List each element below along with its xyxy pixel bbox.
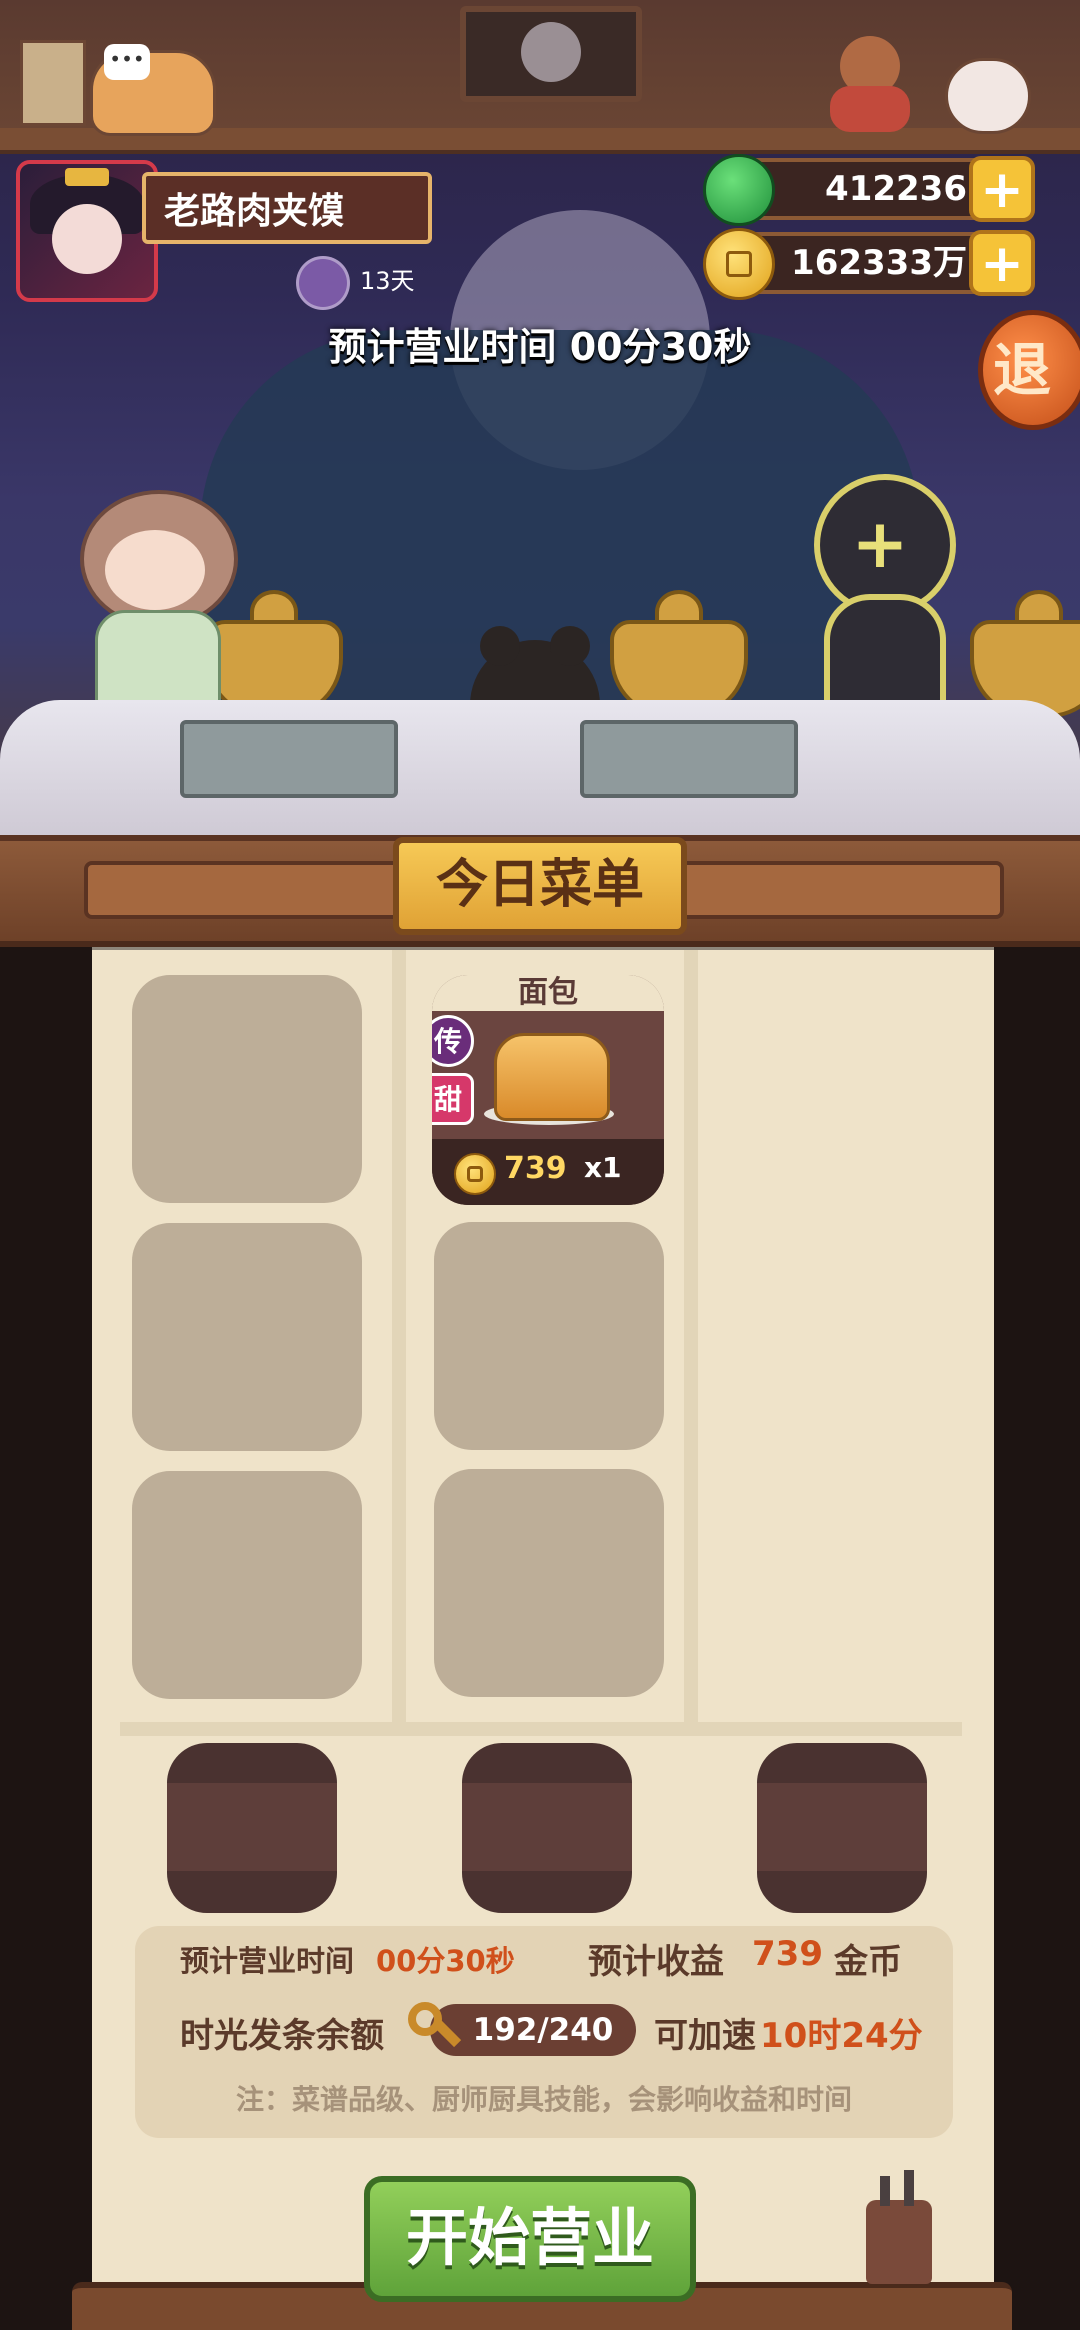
est-income-value: 739 [752, 1934, 823, 1974]
start-business-button[interactable]: 开始营业 [364, 2176, 696, 2302]
shop-scene: ••• + [0, 0, 1080, 835]
column-divider [392, 950, 406, 1725]
player-avatar[interactable] [16, 160, 158, 302]
reading-npc[interactable] [830, 36, 940, 132]
menu-title-bar: 今日菜单 [0, 835, 1080, 947]
bronze-censer-middle [600, 590, 750, 718]
est-time-label: 预计营业时间 [180, 1944, 355, 1978]
jade-amount: 412236 [825, 169, 967, 209]
empty-dish-slot[interactable] [132, 1471, 362, 1699]
empty-dish-slot[interactable] [434, 1222, 664, 1450]
gold-coin-icon [454, 1153, 496, 1195]
cloud-counter [0, 700, 1080, 835]
jade-coin-icon [703, 154, 775, 226]
game-screen: ••• + 老路肉夹馍 13天 412236 + 162333万 + 预计营业时 [0, 0, 1080, 2330]
menu-title: 今日菜单 [393, 837, 687, 935]
row-divider [120, 1722, 962, 1736]
est-income-unit: 金币 [834, 1942, 902, 1982]
dish-price: 739 [504, 1151, 567, 1186]
bronze-censer-right [960, 590, 1080, 718]
left-margin [0, 935, 92, 2330]
jade-currency: 412236 + [703, 154, 1035, 226]
paw-lantern-icon [20, 40, 86, 126]
empty-dish-slot[interactable] [434, 1469, 664, 1697]
chef-slot[interactable] [167, 1743, 337, 1913]
add-gold-button[interactable]: + [969, 230, 1035, 296]
column-divider [684, 950, 698, 1725]
knife-block-icon [866, 2170, 932, 2284]
days-counter: 13天 [360, 267, 415, 295]
counter-stall-left [180, 720, 398, 798]
chat-bubble-icon[interactable]: ••• [104, 44, 150, 80]
chef-slot[interactable] [757, 1743, 927, 1913]
gold-amount: 162333万 [791, 243, 967, 283]
empty-dish-slot[interactable] [132, 975, 362, 1203]
speedup-label: 可加速 [654, 2016, 756, 2056]
player-name[interactable]: 老路肉夹馍 [142, 172, 432, 244]
est-income-label: 预计收益 [588, 1942, 724, 1982]
clockwork-label: 时光发条余额 [180, 2016, 384, 2056]
estimated-business-time: 预计营业时间 00分30秒 [328, 325, 752, 369]
chef-slot[interactable] [462, 1743, 632, 1913]
add-jade-button[interactable]: + [969, 156, 1035, 222]
counter-stall-middle [580, 720, 798, 798]
empty-dish-slot[interactable] [132, 1223, 362, 1451]
right-margin [994, 935, 1080, 2330]
white-cat-npc[interactable] [945, 58, 1031, 134]
gold-currency: 162333万 + [703, 228, 1035, 300]
shop-sign-cat-portrait[interactable] [460, 6, 642, 102]
exit-button[interactable]: 退 [978, 310, 1080, 430]
menu-note: 注：菜谱品级、厨师厨具技能，会影响收益和时间 [235, 2083, 852, 2116]
dish-name: 面包 [432, 975, 664, 1011]
clockwork-key-icon [408, 2002, 462, 2056]
speedup-value: 10时24分 [760, 2016, 923, 2056]
gold-coin-icon [703, 228, 775, 300]
dish-quantity: x1 [584, 1151, 622, 1184]
cat-portrait-icon [521, 22, 581, 82]
add-staff-plus-icon: + [851, 505, 909, 584]
est-time-value: 00分30秒 [376, 1944, 515, 1978]
dish-card-bread[interactable]: 面包 传 甜 739 x1 [432, 975, 664, 1205]
bread-icon [494, 1033, 610, 1121]
sweet-flavor-badge: 甜 [432, 1073, 474, 1125]
companion-avatar-icon[interactable] [296, 256, 350, 310]
